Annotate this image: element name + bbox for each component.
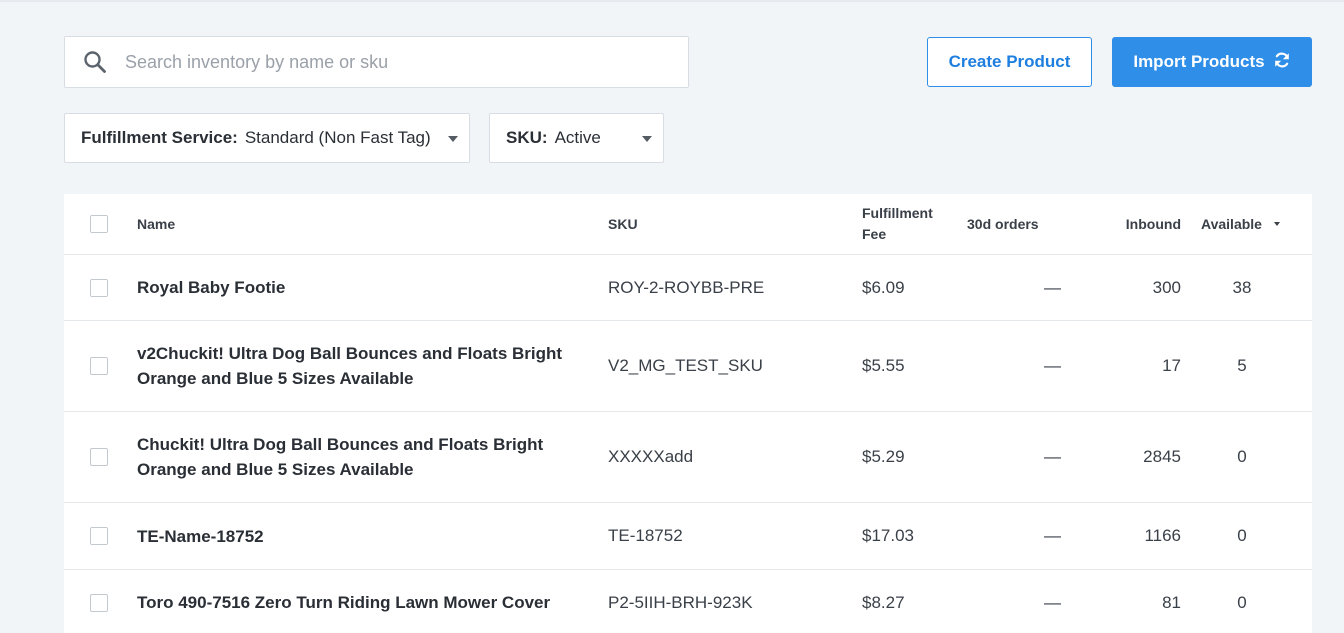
sort-down-icon bbox=[1273, 222, 1280, 226]
row-checkbox[interactable] bbox=[90, 593, 108, 612]
create-product-button[interactable]: Create Product bbox=[927, 37, 1092, 87]
column-header-available[interactable]: Available bbox=[1201, 194, 1283, 254]
available-count: 0 bbox=[1237, 592, 1247, 612]
product-sku: ROY-2-ROYBB-PRE bbox=[608, 277, 765, 297]
top-border bbox=[0, 0, 1344, 2]
chevron-down-icon bbox=[448, 136, 458, 142]
inbound-count: 81 bbox=[1162, 592, 1181, 612]
table-row[interactable]: Toro 490-7516 Zero Turn Riding Lawn Mowe… bbox=[64, 570, 1312, 633]
product-name[interactable]: TE-Name-18752 bbox=[137, 503, 597, 569]
search-box[interactable] bbox=[64, 36, 689, 88]
sku-status-value: Active bbox=[554, 128, 601, 147]
column-header-name[interactable]: Name bbox=[137, 194, 597, 254]
row-checkbox[interactable] bbox=[90, 527, 108, 545]
product-name[interactable]: Royal Baby Footie bbox=[137, 255, 597, 320]
sku-status-label: SKU: bbox=[506, 128, 548, 147]
table-row[interactable]: Chuckit! Ultra Dog Ball Bounces and Floa… bbox=[64, 412, 1312, 503]
import-products-button[interactable]: Import Products bbox=[1112, 37, 1312, 87]
product-sku: P2-5IIH-BRH-923K bbox=[608, 592, 753, 612]
product-name[interactable]: Toro 490-7516 Zero Turn Riding Lawn Mowe… bbox=[137, 570, 597, 633]
fee-header-line2: Fee bbox=[862, 226, 887, 242]
fulfillment-fee: $8.27 bbox=[862, 592, 905, 612]
search-icon bbox=[65, 50, 125, 74]
inbound-count: 300 bbox=[1152, 277, 1181, 297]
fulfillment-service-value: Standard (Non Fast Tag) bbox=[244, 128, 431, 147]
available-header-label: Available bbox=[1201, 216, 1262, 232]
refresh-icon bbox=[1273, 51, 1291, 74]
available-count: 38 bbox=[1232, 277, 1252, 297]
sku-status-dropdown[interactable]: SKU: Active bbox=[489, 113, 664, 163]
fulfillment-fee: $5.55 bbox=[862, 356, 905, 375]
orders-30d: — bbox=[1044, 356, 1061, 375]
product-sku: TE-18752 bbox=[608, 526, 683, 545]
column-header-sku[interactable]: SKU bbox=[608, 194, 638, 254]
import-products-label: Import Products bbox=[1133, 52, 1265, 71]
available-count: 0 bbox=[1237, 526, 1247, 545]
fee-header-line1: Fulfillment bbox=[862, 205, 933, 221]
table-row[interactable]: TE-Name-18752 TE-18752 $17.03 — 1166 0 bbox=[64, 503, 1312, 570]
product-name[interactable]: Chuckit! Ultra Dog Ball Bounces and Floa… bbox=[137, 412, 597, 502]
orders-30d: — bbox=[1044, 277, 1061, 297]
product-name[interactable]: v2Chuckit! Ultra Dog Ball Bounces and Fl… bbox=[137, 321, 597, 411]
select-all-checkbox[interactable] bbox=[90, 215, 108, 233]
row-checkbox[interactable] bbox=[90, 357, 108, 375]
fulfillment-fee: $17.03 bbox=[862, 526, 914, 545]
available-count: 5 bbox=[1237, 356, 1247, 375]
product-sku: XXXXXadd bbox=[608, 447, 694, 466]
available-count: 0 bbox=[1237, 447, 1247, 466]
inbound-count: 17 bbox=[1162, 356, 1181, 375]
table-row[interactable]: Royal Baby Footie ROY-2-ROYBB-PRE $6.09 … bbox=[64, 255, 1312, 321]
column-header-fulfillment-fee[interactable]: Fulfillment Fee bbox=[862, 194, 933, 254]
fulfillment-fee: $5.29 bbox=[862, 447, 905, 466]
create-product-label: Create Product bbox=[948, 52, 1071, 71]
inbound-count: 1166 bbox=[1144, 526, 1181, 545]
inbound-count: 2845 bbox=[1143, 447, 1181, 466]
inventory-table: Name SKU Fulfillment Fee 30d orders Inbo… bbox=[64, 194, 1312, 633]
product-sku: V2_MG_TEST_SKU bbox=[608, 356, 763, 375]
row-checkbox[interactable] bbox=[90, 278, 108, 297]
search-input[interactable] bbox=[125, 42, 665, 82]
orders-30d: — bbox=[1044, 447, 1061, 466]
table-header: Name SKU Fulfillment Fee 30d orders Inbo… bbox=[64, 194, 1312, 255]
orders-30d: — bbox=[1044, 592, 1061, 612]
table-row[interactable]: v2Chuckit! Ultra Dog Ball Bounces and Fl… bbox=[64, 321, 1312, 412]
fulfillment-fee: $6.09 bbox=[862, 277, 905, 297]
column-header-30d-orders[interactable]: 30d orders bbox=[967, 194, 1061, 254]
orders-30d: — bbox=[1044, 526, 1061, 545]
row-checkbox[interactable] bbox=[90, 448, 108, 466]
chevron-down-icon bbox=[642, 136, 652, 142]
fulfillment-service-label: Fulfillment Service: bbox=[81, 128, 238, 147]
fulfillment-service-dropdown[interactable]: Fulfillment Service: Standard (Non Fast … bbox=[64, 113, 470, 163]
column-header-inbound[interactable]: Inbound bbox=[1074, 194, 1181, 254]
